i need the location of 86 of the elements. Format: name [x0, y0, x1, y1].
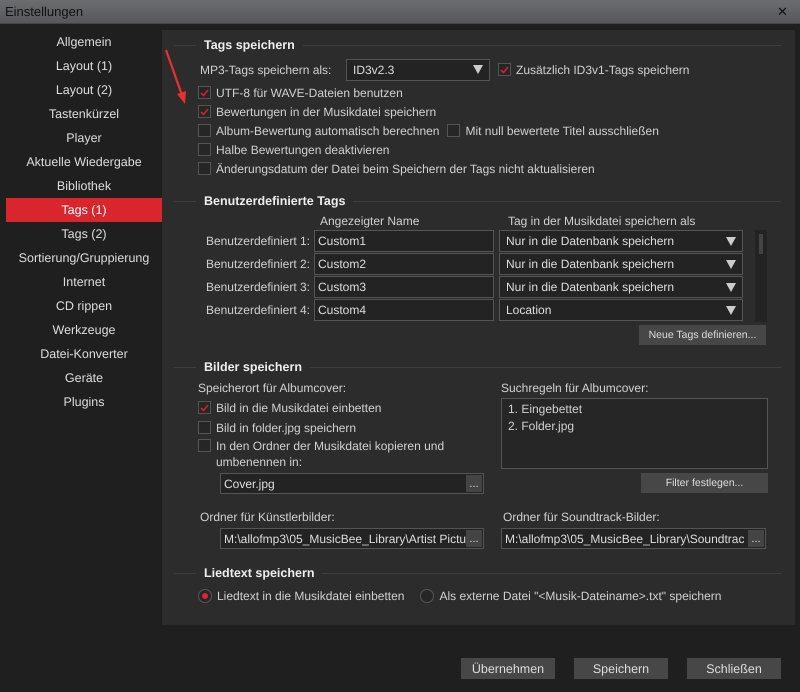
save-as-dropdown[interactable]: Nur in die Datenbank speichern: [499, 230, 743, 252]
checkbox[interactable]: [198, 143, 211, 156]
section-title: Benutzerdefinierte Tags: [204, 194, 346, 208]
save-as-dropdown[interactable]: Nur in die Datenbank speichern: [499, 276, 743, 298]
rules-label: Suchregeln für Albumcover:: [501, 381, 648, 395]
checkbox-label: Halbe Bewertungen deaktivieren: [216, 142, 390, 156]
sidebar-item[interactable]: Plugins: [6, 390, 162, 414]
dropdown-arrow-icon: [726, 282, 736, 292]
format-dropdown[interactable]: ID3v2.3: [346, 58, 490, 80]
checkbox[interactable]: [198, 401, 211, 414]
radio-label: Als externe Datei "<Musik-Dateiname>.txt" speichern: [439, 589, 722, 603]
column-header: Tag in der Musikdatei speichern als: [508, 214, 696, 228]
row-label: Benutzerdefiniert 1:: [204, 234, 310, 248]
location-label: Speicherort für Albumcover:: [198, 381, 346, 395]
section-title: Liedtext speichern: [204, 566, 314, 580]
checkbox-label: Änderungsdatum der Datei beim Speichern der Tags nicht aktualisieren: [216, 162, 595, 176]
artist-folder-field[interactable]: M:\allofmp3\05_MusicBee_Library\Artist Pictu ...: [220, 528, 484, 549]
sidebar-item[interactable]: Werkzeuge: [6, 318, 162, 342]
checkbox[interactable]: [198, 86, 211, 99]
window-title: Einstellungen: [5, 4, 84, 19]
list-item[interactable]: 1. Eingebettet: [508, 402, 761, 416]
sidebar-item[interactable]: CD rippen: [6, 294, 162, 318]
soundtrack-folder-label: Ordner für Soundtrack-Bilder:: [503, 510, 660, 524]
row-label: Benutzerdefiniert 2:: [204, 257, 310, 271]
rules-list[interactable]: 1. Eingebettet 2. Folder.jpg: [501, 398, 768, 469]
checkbox-label: Mit null bewertete Titel ausschließen: [465, 124, 659, 138]
sidebar-item[interactable]: Tags (2): [6, 222, 162, 246]
sidebar-item[interactable]: Layout (2): [6, 78, 162, 102]
checkbox[interactable]: [198, 124, 211, 137]
checkbox-label: Album-Bewertung automatisch berechnen: [216, 124, 440, 138]
checkbox[interactable]: [198, 439, 211, 452]
checkbox[interactable]: [198, 162, 211, 175]
sidebar-item[interactable]: Tastenkürzel: [6, 102, 162, 126]
sidebar-item[interactable]: Geräte: [6, 366, 162, 390]
checkbox-label: Bild in folder.jpg speichern: [216, 420, 356, 434]
section-title: Tags speichern: [204, 38, 295, 52]
checkbox-label: Zusätzlich ID3v1-Tags speichern: [516, 62, 690, 76]
checkbox-label: UTF-8 für WAVE-Dateien benutzen: [216, 86, 403, 100]
sidebar-item[interactable]: Layout (1): [6, 54, 162, 78]
checkbox-label: Bild in die Musikdatei einbetten: [216, 400, 382, 414]
sidebar-item[interactable]: Bibliothek: [6, 174, 162, 198]
scrollbar[interactable]: [755, 230, 767, 322]
checkbox-label: In den Ordner der Musikdatei kopieren und umbenennen in:: [216, 438, 446, 470]
name-field[interactable]: Custom4: [314, 299, 494, 321]
checkbox[interactable]: [198, 421, 211, 434]
sidebar-item[interactable]: Sortierung/Gruppierung: [6, 246, 162, 270]
annotation-arrow-icon: [163, 48, 189, 106]
radio-button[interactable]: [198, 589, 212, 603]
filename-field[interactable]: Cover.jpg ...: [220, 473, 484, 494]
radio-label: Liedtext in die Musikdatei einbetten: [217, 589, 404, 603]
save-as-dropdown[interactable]: Location: [499, 299, 743, 321]
browse-button[interactable]: ...: [748, 530, 764, 547]
name-field[interactable]: Custom3: [314, 276, 494, 298]
section-title: Bilder speichern: [204, 360, 302, 374]
dialog-button[interactable]: Speichern: [574, 658, 668, 679]
column-header: Angezeigter Name: [319, 214, 420, 228]
dialog-button[interactable]: Schließen: [687, 658, 781, 679]
dialog-button[interactable]: Übernehmen: [461, 658, 555, 679]
sidebar-item[interactable]: Allgemein: [6, 30, 162, 54]
checkbox[interactable]: [198, 105, 211, 118]
save-as-dropdown[interactable]: Nur in die Datenbank speichern: [499, 253, 743, 275]
list-item[interactable]: 2. Folder.jpg: [508, 419, 761, 433]
sidebar-item[interactable]: Datei-Konverter: [6, 342, 162, 366]
define-tags-button[interactable]: Neue Tags definieren...: [639, 325, 766, 345]
sidebar-item[interactable]: Tags (1): [6, 198, 162, 222]
radio-button[interactable]: [420, 589, 434, 603]
checkbox[interactable]: [498, 63, 511, 76]
dropdown-arrow-icon: [726, 306, 736, 314]
checkbox[interactable]: [447, 124, 460, 137]
dropdown-arrow-icon: [726, 236, 736, 246]
format-label: MP3-Tags speichern als:: [199, 62, 332, 76]
name-field[interactable]: Custom2: [314, 253, 494, 275]
soundtrack-folder-field[interactable]: M:\allofmp3\05_MusicBee_Library\Soundtrac ...: [501, 528, 766, 549]
browse-button[interactable]: ...: [466, 475, 482, 492]
name-field[interactable]: Custom1: [314, 230, 494, 252]
sidebar-item[interactable]: Internet: [6, 270, 162, 294]
filter-button[interactable]: Filter festlegen...: [641, 472, 768, 492]
sidebar-item[interactable]: Aktuelle Wiedergabe: [6, 150, 162, 174]
artist-folder-label: Ordner für Künstlerbilder:: [200, 510, 335, 524]
browse-button[interactable]: ...: [466, 530, 482, 547]
dropdown-arrow-icon: [473, 65, 483, 74]
dropdown-arrow-icon: [726, 260, 736, 268]
row-label: Benutzerdefiniert 4:: [204, 303, 310, 317]
checkbox-label: Bewertungen in der Musikdatei speichern: [216, 104, 436, 118]
sidebar-item[interactable]: Player: [6, 126, 162, 150]
row-label: Benutzerdefiniert 3:: [204, 280, 310, 294]
